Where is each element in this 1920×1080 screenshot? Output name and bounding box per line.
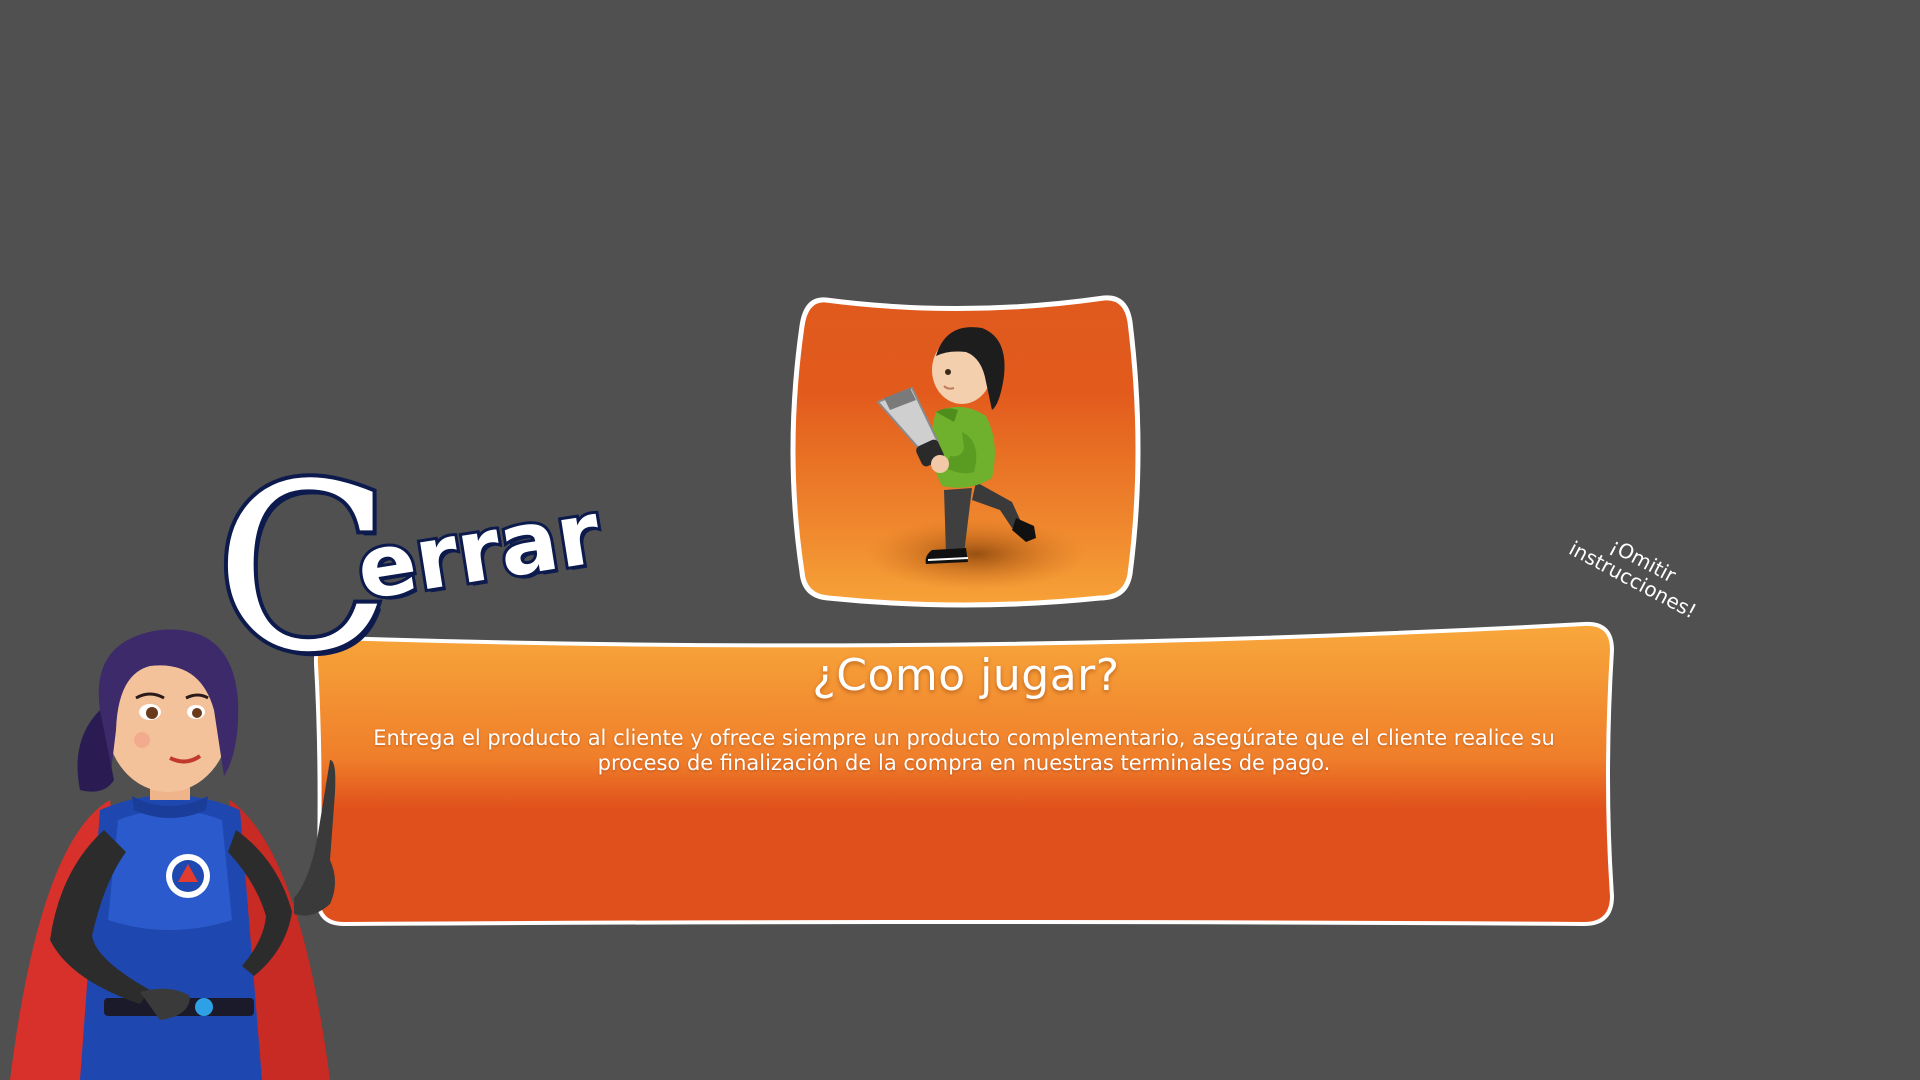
game-screen: ¿Como jugar? Entrega el producto al clie…: [0, 0, 1920, 1080]
skip-instructions-button[interactable]: ¡Omitir instrucciones!: [1557, 513, 1719, 627]
panel-instructions-text: Entrega el producto al cliente y ofrece …: [373, 726, 1555, 775]
character-picture-card: [786, 292, 1142, 610]
close-button[interactable]: C errar: [211, 451, 635, 690]
running-character-illustration: [790, 295, 1141, 608]
